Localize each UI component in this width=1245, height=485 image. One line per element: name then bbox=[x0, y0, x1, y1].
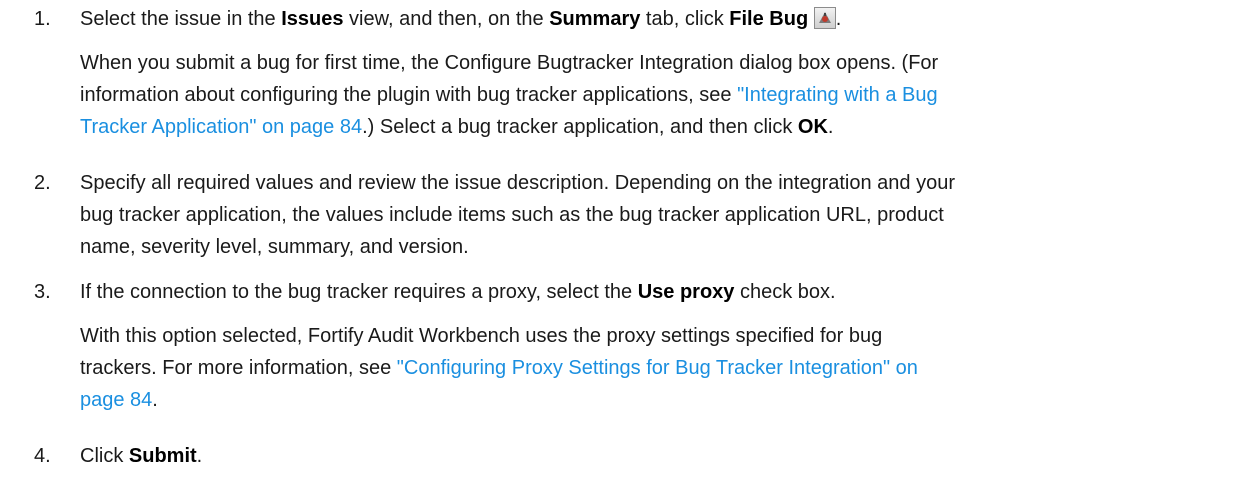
step-1: 1. Select the issue in the Issues view, … bbox=[0, 3, 1240, 143]
step-number: 1. bbox=[34, 8, 51, 30]
proxy-settings-link-cont[interactable]: page 84 bbox=[80, 389, 152, 411]
step-3-detail-line-3: page 84. bbox=[80, 389, 158, 411]
step-3-detail-line-1: With this option selected, Fortify Audit… bbox=[80, 325, 883, 347]
step-3-instruction: If the connection to the bug tracker req… bbox=[80, 281, 836, 303]
step-3: 3. If the connection to the bug tracker … bbox=[0, 276, 1240, 416]
step-1-instruction: Select the issue in the Issues view, and… bbox=[80, 7, 842, 30]
step-4: 4. Click Submit. bbox=[0, 440, 1240, 472]
step-3-detail-line-2: trackers. For more information, see "Con… bbox=[80, 357, 918, 379]
file-bug-icon bbox=[813, 7, 836, 29]
ui-term-summary: Summary bbox=[549, 8, 641, 30]
step-number: 4. bbox=[34, 445, 51, 467]
step-2-line-1: Specify all required values and review t… bbox=[80, 172, 955, 194]
procedure-document: 1. Select the issue in the Issues view, … bbox=[0, 0, 1245, 485]
integrating-bug-tracker-link[interactable]: "Integrating with a Bug bbox=[737, 84, 938, 106]
step-1-detail-line-3: Tracker Application" on page 84.) Select… bbox=[80, 116, 834, 138]
ui-term-submit: Submit bbox=[128, 445, 197, 467]
step-number: 2. bbox=[34, 172, 51, 194]
step-number: 3. bbox=[34, 281, 51, 303]
ui-term-ok: OK bbox=[797, 116, 828, 138]
integrating-bug-tracker-link-cont[interactable]: Tracker Application" on page 84 bbox=[80, 116, 362, 138]
step-2-line-2: bug tracker application, the values incl… bbox=[80, 204, 944, 226]
step-2-line-3: name, severity level, summary, and versi… bbox=[80, 236, 469, 258]
step-1-detail-line-2: information about configuring the plugin… bbox=[80, 84, 938, 106]
step-2: 2. Specify all required values and revie… bbox=[0, 167, 1240, 263]
step-1-detail-line-1: When you submit a bug for first time, th… bbox=[80, 52, 939, 74]
ui-term-use-proxy: Use proxy bbox=[637, 281, 735, 303]
ui-term-file-bug: File Bug bbox=[729, 8, 809, 30]
proxy-settings-link[interactable]: "Configuring Proxy Settings for Bug Trac… bbox=[397, 357, 918, 379]
step-4-instruction: Click Submit. bbox=[80, 445, 203, 467]
ui-term-issues: Issues bbox=[281, 8, 344, 30]
